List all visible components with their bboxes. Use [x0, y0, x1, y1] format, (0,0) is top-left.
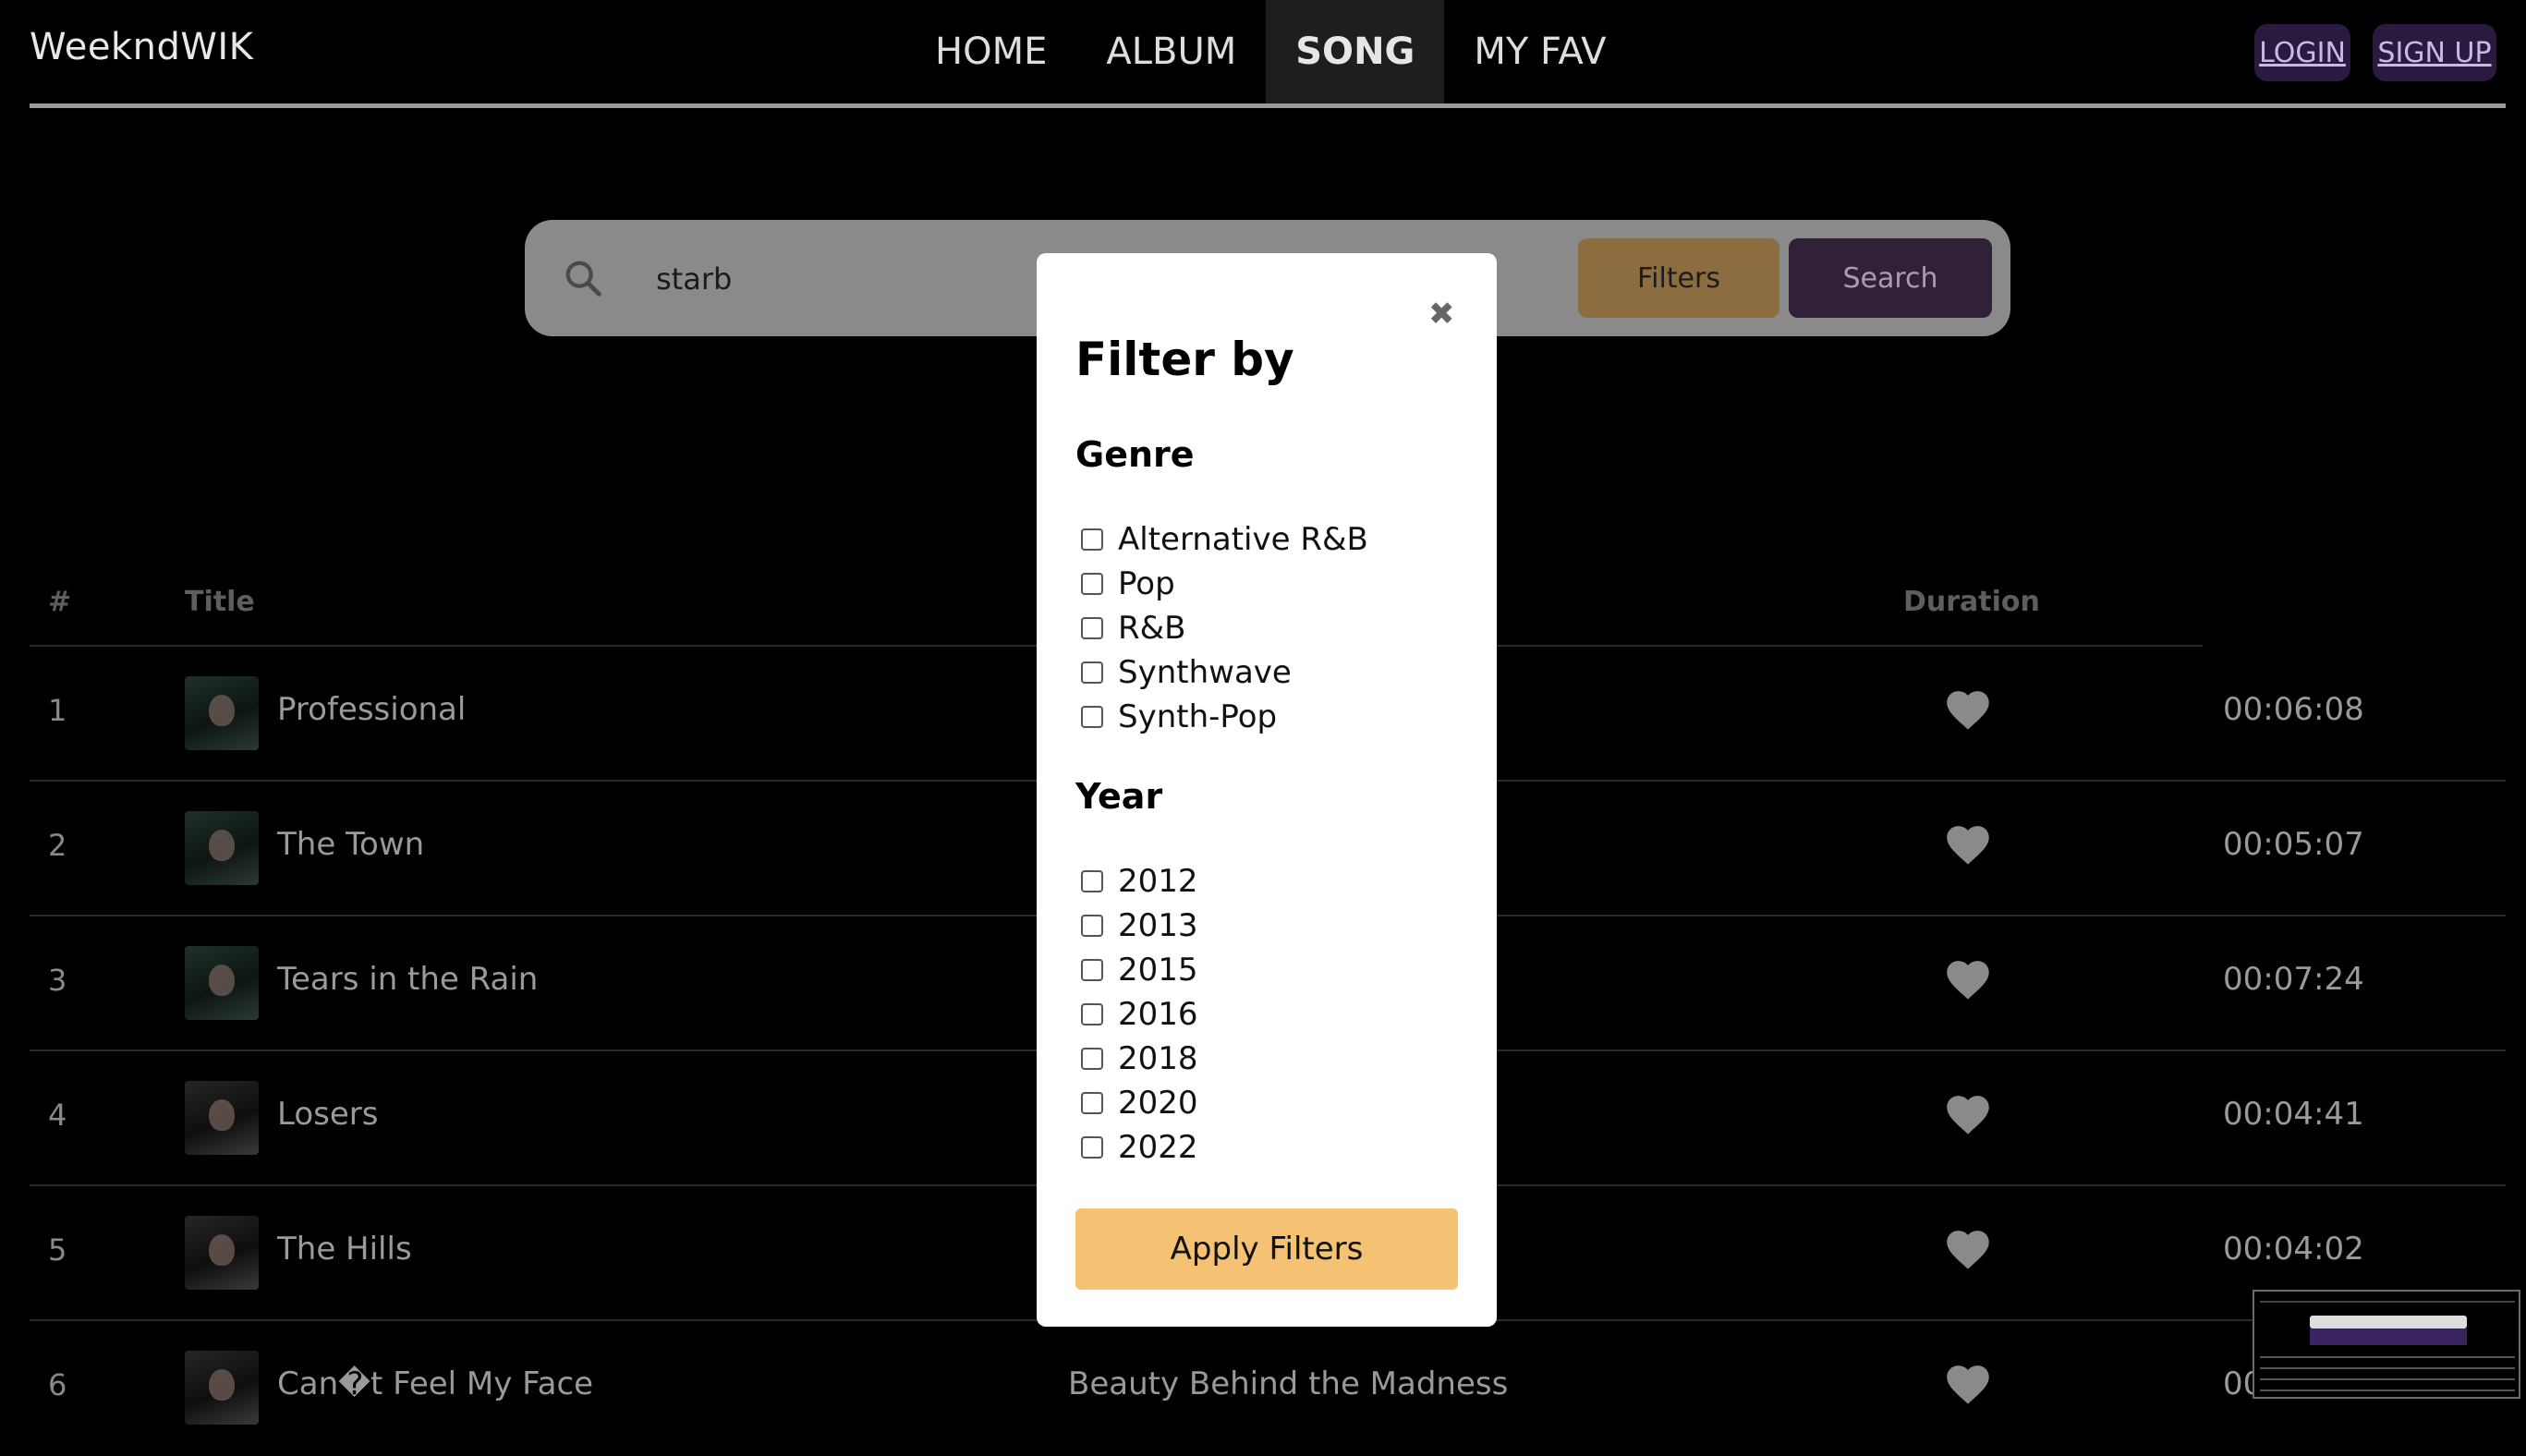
row-number: 1: [48, 693, 67, 728]
nav-song[interactable]: SONG: [1266, 0, 1445, 103]
song-title[interactable]: Professional: [277, 691, 466, 728]
modal-title: Filter by: [1075, 333, 1294, 386]
year-label: 2012: [1118, 863, 1198, 900]
song-duration: 00:07:24: [2223, 961, 2364, 998]
year-label: 2018: [1118, 1040, 1198, 1077]
apply-filters-button[interactable]: Apply Filters: [1075, 1208, 1458, 1290]
year-option[interactable]: 2018: [1081, 1038, 1198, 1079]
page-minimap[interactable]: [2253, 1290, 2520, 1399]
genre-label: Synth-Pop: [1118, 698, 1278, 735]
heart-icon[interactable]: [1944, 957, 1992, 1001]
song-title[interactable]: The Hills: [277, 1231, 412, 1268]
year-label: 2013: [1118, 907, 1198, 944]
song-title[interactable]: Tears in the Rain: [277, 961, 538, 998]
row-number: 6: [48, 1367, 67, 1402]
song-title[interactable]: Losers: [277, 1096, 378, 1133]
song-thumbnail: [185, 1216, 259, 1290]
year-option[interactable]: 2013: [1081, 905, 1198, 946]
song-thumbnail: [185, 946, 259, 1020]
top-navbar: WeekndWIK HOME ALBUM SONG MY FAV LOGIN S…: [0, 0, 2526, 109]
checkbox[interactable]: [1081, 617, 1103, 639]
checkbox[interactable]: [1081, 706, 1103, 728]
nav-my-fav[interactable]: MY FAV: [1444, 0, 1635, 103]
year-label: 2016: [1118, 996, 1198, 1033]
main-nav: HOME ALBUM SONG MY FAV: [905, 0, 1636, 103]
search-button[interactable]: Search: [1789, 238, 1992, 318]
genre-label: R&B: [1118, 610, 1186, 647]
heart-icon[interactable]: [1944, 822, 1992, 867]
table-row[interactable]: 6 Can�t Feel My Face Beauty Behind the M…: [30, 1321, 2506, 1456]
checkbox[interactable]: [1081, 1136, 1103, 1159]
genre-label: Synthwave: [1118, 654, 1292, 691]
row-number: 2: [48, 828, 67, 863]
checkbox[interactable]: [1081, 1048, 1103, 1070]
song-duration: 00:04:02: [2223, 1231, 2364, 1268]
nav-home[interactable]: HOME: [905, 0, 1076, 103]
checkbox[interactable]: [1081, 661, 1103, 684]
genre-option[interactable]: Synth-Pop: [1081, 697, 1277, 737]
header-divider: [30, 103, 2506, 108]
song-duration: 00:05:07: [2223, 826, 2364, 863]
year-label: 2015: [1118, 952, 1198, 989]
genre-option[interactable]: R&B: [1081, 608, 1185, 649]
song-title[interactable]: Can�t Feel My Face: [277, 1365, 593, 1402]
checkbox[interactable]: [1081, 915, 1103, 937]
year-option[interactable]: 2015: [1081, 950, 1198, 990]
checkbox[interactable]: [1081, 573, 1103, 595]
heart-icon[interactable]: [1944, 1092, 1992, 1136]
year-option[interactable]: 2012: [1081, 861, 1198, 902]
checkbox[interactable]: [1081, 1003, 1103, 1025]
column-header-number: #: [48, 586, 72, 618]
search-icon: [565, 261, 601, 297]
checkbox[interactable]: [1081, 528, 1103, 551]
site-logo[interactable]: WeekndWIK: [30, 26, 253, 68]
genre-option[interactable]: Synthwave: [1081, 652, 1292, 693]
year-option[interactable]: 2020: [1081, 1083, 1198, 1123]
year-section-title: Year: [1075, 776, 1163, 817]
row-number: 5: [48, 1232, 67, 1268]
nav-album[interactable]: ALBUM: [1076, 0, 1266, 103]
song-thumbnail: [185, 811, 259, 885]
year-label: 2020: [1118, 1085, 1198, 1122]
login-button[interactable]: LOGIN: [2254, 24, 2350, 81]
genre-option[interactable]: Alternative R&B: [1081, 519, 1368, 560]
year-option[interactable]: 2016: [1081, 994, 1198, 1035]
row-number: 3: [48, 963, 67, 998]
signup-button[interactable]: SIGN UP: [2373, 24, 2496, 81]
song-thumbnail: [185, 676, 259, 750]
year-option[interactable]: 2022: [1081, 1127, 1198, 1168]
song-duration: 00:04:41: [2223, 1096, 2364, 1133]
close-icon[interactable]: ✖: [1428, 296, 1455, 333]
song-duration: 00:06:08: [2223, 691, 2364, 728]
genre-section-title: Genre: [1075, 434, 1195, 475]
song-thumbnail: [185, 1081, 259, 1155]
heart-icon[interactable]: [1944, 687, 1992, 732]
genre-label: Pop: [1118, 565, 1175, 602]
column-header-title: Title: [185, 586, 255, 618]
song-title[interactable]: The Town: [277, 826, 424, 863]
heart-icon[interactable]: [1944, 1227, 1992, 1271]
genre-label: Alternative R&B: [1118, 521, 1368, 558]
filter-modal: ✖ Filter by Genre Alternative R&B Pop R&…: [1037, 253, 1497, 1327]
checkbox[interactable]: [1081, 1092, 1103, 1114]
checkbox[interactable]: [1081, 870, 1103, 892]
year-label: 2022: [1118, 1129, 1198, 1166]
checkbox[interactable]: [1081, 959, 1103, 981]
heart-icon[interactable]: [1944, 1362, 1992, 1406]
genre-option[interactable]: Pop: [1081, 564, 1175, 604]
filters-button[interactable]: Filters: [1578, 238, 1779, 318]
row-number: 4: [48, 1098, 67, 1133]
column-header-duration: Duration: [1903, 586, 2040, 618]
song-thumbnail: [185, 1351, 259, 1425]
song-album: Beauty Behind the Madness: [1068, 1365, 1509, 1402]
